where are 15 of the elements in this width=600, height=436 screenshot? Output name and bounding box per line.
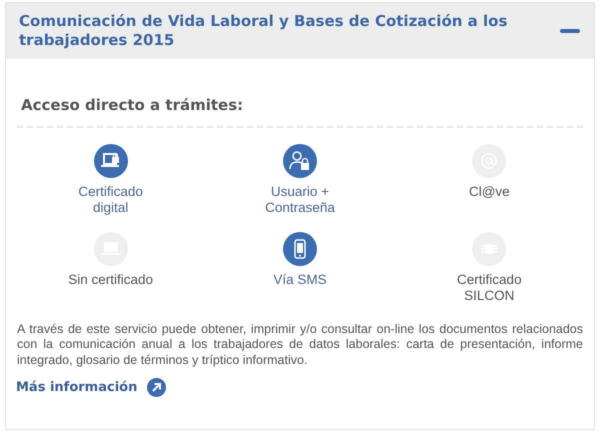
user-lock-icon [288, 150, 311, 172]
access-option[interactable]: Usuario + Contraseña [205, 144, 395, 230]
phone-icon [294, 238, 306, 258]
access-option: Certificado SILCON [394, 232, 584, 318]
section-heading: Acceso directo a trámites: [21, 95, 244, 116]
access-option[interactable]: Vía SMS [205, 232, 395, 318]
panel-header[interactable]: Comunicación de Vida Laboral y Bases de Cotización a los trabajadores 2015 [6, 3, 594, 59]
arrow-up-right-icon [147, 378, 166, 398]
description-text: A través de este servicio puede obtener, imprimir y/o consultar on-line los documentos relacionados con la comunicación anual a los trabajadores de datos laborales: carta de presentación, informe integrado, glosario de términos y tríptico informativo. [16, 322, 584, 368]
laptop-lock-icon [100, 152, 121, 170]
panel-title: Comunicación de Vida Laboral y Bases de Cotización a los trabajadores 2015 [19, 12, 508, 50]
access-option[interactable]: Certificado digital [16, 144, 206, 230]
more-info-link[interactable]: Más información [16, 378, 166, 398]
access-option: Cl@ve [394, 144, 584, 230]
access-option: Sin certificado [16, 232, 206, 318]
